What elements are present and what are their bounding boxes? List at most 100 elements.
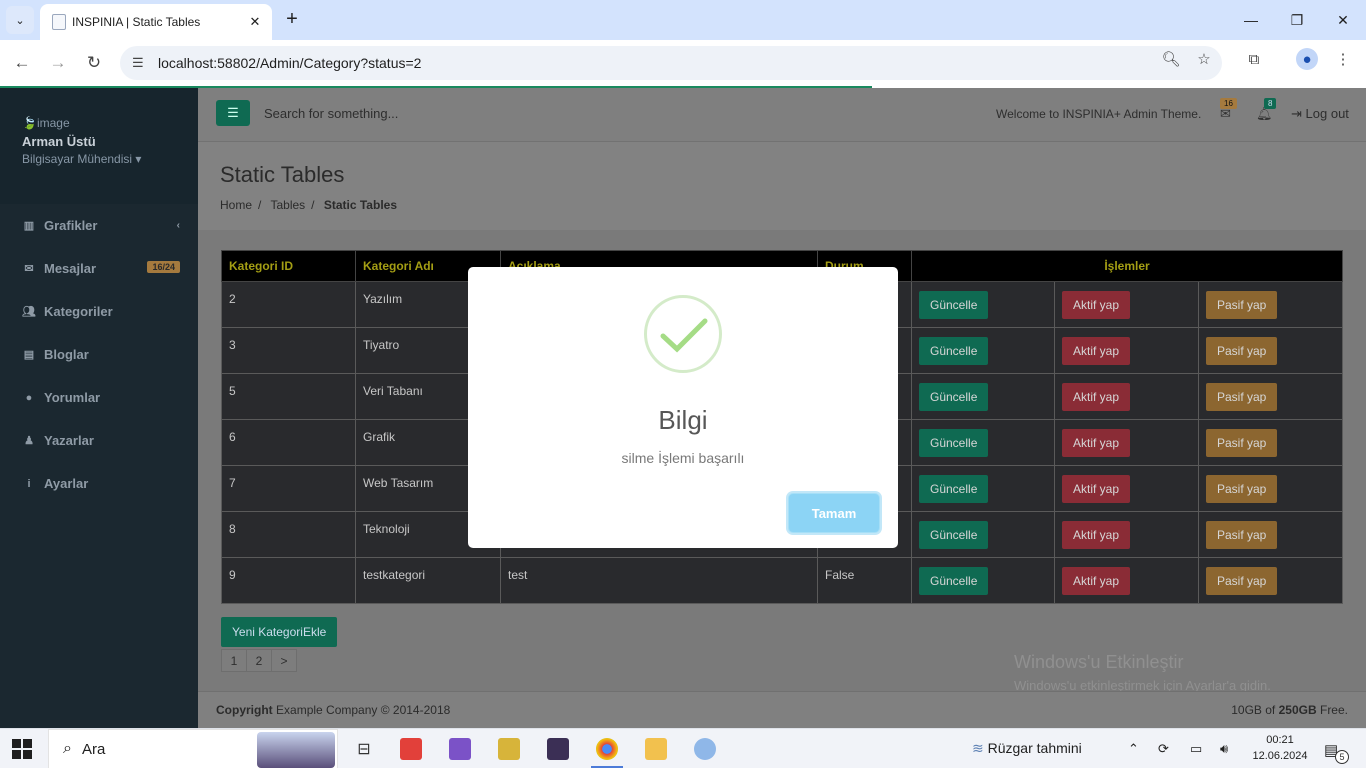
update-button[interactable]: Güncelle (919, 290, 989, 319)
update-button[interactable]: Güncelle (919, 566, 989, 595)
tools-app-icon[interactable] (489, 733, 529, 765)
activate-button[interactable]: Aktif yap (1062, 566, 1131, 595)
new-category-button[interactable]: Yeni KategoriEkle (221, 617, 338, 647)
cell-update: Güncelle (911, 511, 1055, 558)
window-close-icon[interactable]: ✕ (1320, 0, 1366, 40)
dialog-message: silme İşlemi başarılı (621, 450, 745, 466)
update-button[interactable]: Güncelle (919, 382, 989, 411)
breadcrumb-current: Static Tables (323, 198, 397, 212)
cell-id: 6 (221, 419, 356, 466)
sidebar-item-bloglar[interactable]: ▤ Bloglar (0, 333, 198, 376)
cell-activate: Aktif yap (1054, 327, 1199, 374)
next-page-link[interactable]: > (271, 649, 297, 672)
bookmark-star-icon[interactable]: ☆ (1193, 48, 1215, 70)
sidebar-item-label: Yorumlar (44, 390, 101, 405)
restore-icon[interactable]: ❐ (1274, 0, 1320, 40)
windows-start-icon[interactable] (12, 739, 32, 759)
sign-out-icon: ⇥ (1291, 106, 1302, 121)
profile-icon[interactable]: ● (1296, 48, 1318, 70)
activate-button[interactable]: Aktif yap (1062, 382, 1131, 411)
search-icon: ⌕ (63, 740, 72, 757)
page-favicon-icon (52, 14, 66, 30)
battery-icon[interactable]: ▭ (1190, 741, 1202, 757)
menu-toggle-icon[interactable]: ☰ (216, 100, 250, 126)
task-view-icon[interactable]: ⊟ (344, 733, 384, 765)
page-1-link[interactable]: 1 (221, 649, 247, 672)
terminal-icon[interactable] (538, 733, 578, 765)
comment-icon: ● (25, 391, 33, 404)
ok-button[interactable]: Tamam (788, 493, 880, 533)
browser-tab[interactable]: INSPINIA | Static Tables ✕ (40, 4, 272, 40)
deactivate-button[interactable]: Pasif yap (1206, 382, 1278, 411)
extensions-icon[interactable]: ⧉ (1243, 48, 1265, 70)
sidebar-item-mesajlar[interactable]: ✉ Mesajlar 16/24 (0, 247, 198, 290)
volume-icon[interactable]: 🔊︎ (1220, 741, 1228, 757)
visual-studio-icon[interactable] (440, 733, 480, 765)
mail-badge: 16 (1220, 98, 1237, 109)
back-icon[interactable]: ← (8, 49, 36, 77)
update-button[interactable]: Güncelle (919, 474, 989, 503)
chrome-icon[interactable] (587, 733, 627, 768)
sidebar-item-ayarlar[interactable]: i Ayarlar (0, 462, 198, 505)
logout-link[interactable]: ⇥ Log out (1291, 106, 1349, 122)
messages-badge: 16/24 (147, 261, 180, 273)
minimize-icon[interactable]: — (1228, 0, 1274, 40)
profile-role[interactable]: Bilgisayar Mühendisi ▾ (22, 152, 198, 166)
page-heading: Static Tables Home / Tables / Static Table… (198, 142, 1366, 230)
paint-app-icon[interactable] (685, 733, 725, 765)
activate-button[interactable]: Aktif yap (1062, 290, 1131, 319)
reload-icon[interactable]: ↻ (80, 49, 108, 77)
site-info-icon[interactable]: ☰ (132, 55, 152, 71)
sidebar-item-label: Yazarlar (44, 433, 94, 448)
weather-widget[interactable]: ≋ Rüzgar tahmini (972, 740, 1082, 757)
cell-id: 3 (221, 327, 356, 374)
cell-activate: Aktif yap (1054, 281, 1199, 328)
tab-search-icon[interactable]: ⌄ (6, 6, 34, 34)
deactivate-button[interactable]: Pasif yap (1206, 336, 1278, 365)
file-explorer-icon[interactable] (636, 733, 676, 765)
sidebar-item-yorumlar[interactable]: ● Yorumlar (0, 376, 198, 419)
browser-menu-icon[interactable]: ⋮ (1332, 48, 1354, 70)
breadcrumb-home[interactable]: Home (220, 198, 252, 212)
update-button[interactable]: Güncelle (919, 428, 989, 457)
activate-button[interactable]: Aktif yap (1062, 428, 1131, 457)
forward-icon[interactable]: → (44, 49, 72, 77)
profile-block: 🍃image Arman Üstü Bilgisayar Mühendisi ▾ (0, 88, 198, 204)
cell-deactivate: Pasif yap (1198, 557, 1343, 604)
chevron-up-icon[interactable]: ⌃ (1128, 741, 1139, 757)
network-sync-icon[interactable]: ⟳ (1158, 741, 1169, 757)
tab-title: INSPINIA | Static Tables (72, 15, 201, 29)
cell-update: Güncelle (911, 327, 1055, 374)
windows-taskbar: ⌕ Ara ⊟ ≋ Rüzgar tahmini ⌃ ⟳ ▭ 🔊︎ 00:21 … (0, 728, 1366, 768)
profile-name[interactable]: Arman Üstü (22, 134, 198, 149)
deactivate-button[interactable]: Pasif yap (1206, 428, 1278, 457)
deactivate-button[interactable]: Pasif yap (1206, 290, 1278, 319)
breadcrumb-tables[interactable]: Tables (270, 198, 305, 212)
git-app-icon[interactable] (391, 733, 431, 765)
page-2-link[interactable]: 2 (246, 649, 272, 672)
activate-button[interactable]: Aktif yap (1062, 520, 1131, 549)
address-bar[interactable]: ☰ localhost:58802/Admin/Category?status=… (120, 46, 1222, 80)
activate-button[interactable]: Aktif yap (1062, 336, 1131, 365)
sidebar-item-kategoriler[interactable]: 👥︎ Kategoriler (0, 290, 198, 333)
footer: Copyright Example Company © 2014-2018 10… (198, 691, 1366, 728)
sidebar-item-grafikler[interactable]: ▥ Grafikler ‹ (0, 204, 198, 247)
update-button[interactable]: Güncelle (919, 520, 989, 549)
activate-button[interactable]: Aktif yap (1062, 474, 1131, 503)
update-button[interactable]: Güncelle (919, 336, 989, 365)
sidebar-item-yazarlar[interactable]: ♟ Yazarlar (0, 419, 198, 462)
deactivate-button[interactable]: Pasif yap (1206, 520, 1278, 549)
envelope-icon: ✉ (24, 263, 34, 275)
tab-close-icon[interactable]: ✕ (246, 14, 264, 30)
zoom-icon[interactable]: 🔍︎ (1160, 48, 1182, 70)
taskbar-search[interactable]: ⌕ Ara (48, 729, 338, 768)
address-toolbar: ← → ↻ ☰ localhost:58802/Admin/Category?s… (0, 40, 1366, 86)
users-icon: 👥︎ (22, 306, 36, 318)
cell-update: Güncelle (911, 281, 1055, 328)
system-clock[interactable]: 00:21 12.06.2024 (1246, 732, 1314, 764)
user-icon: ♟ (24, 435, 34, 447)
search-input[interactable]: Search for something... (264, 106, 398, 121)
deactivate-button[interactable]: Pasif yap (1206, 566, 1278, 595)
new-tab-icon[interactable]: + (280, 8, 304, 32)
deactivate-button[interactable]: Pasif yap (1206, 474, 1278, 503)
